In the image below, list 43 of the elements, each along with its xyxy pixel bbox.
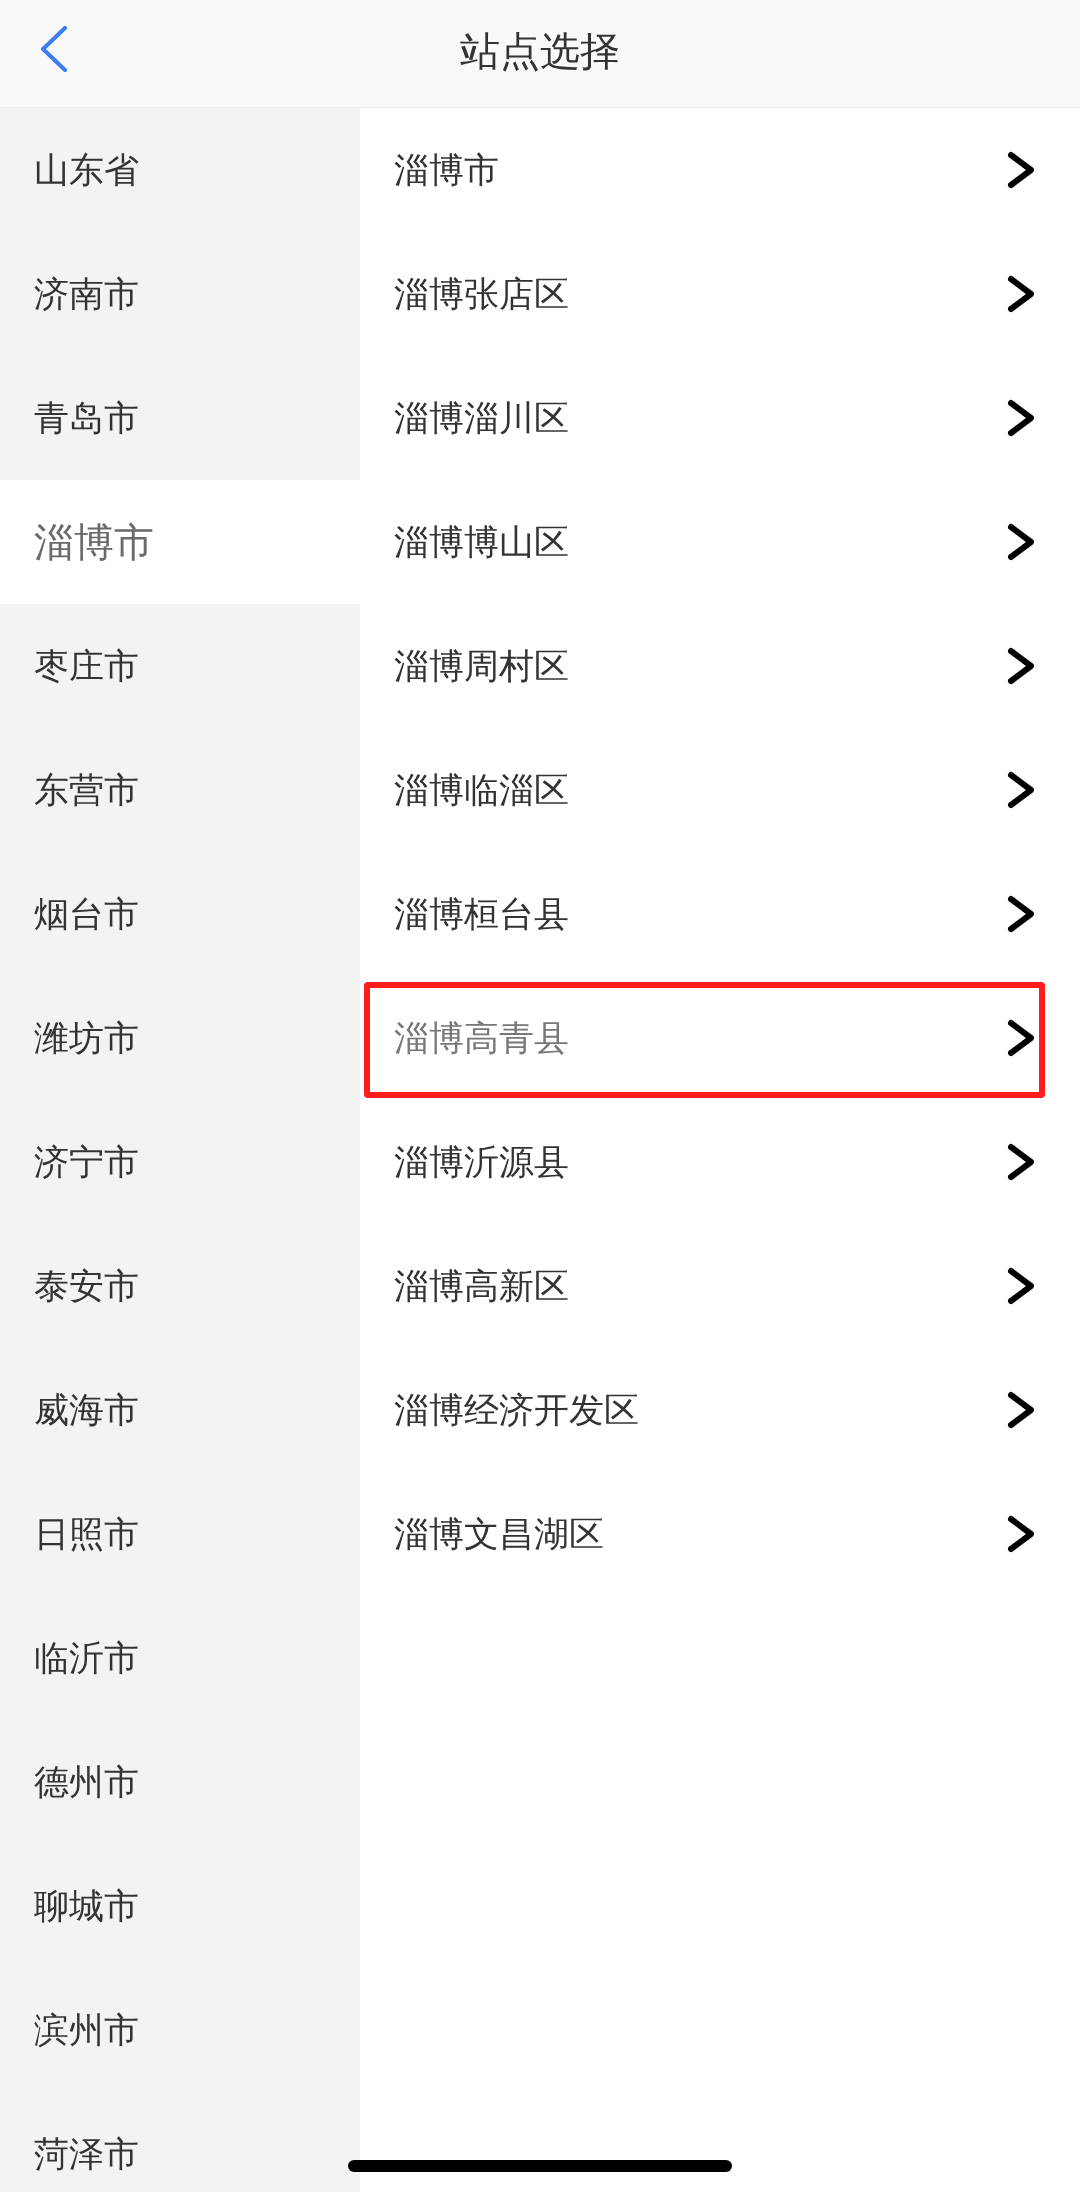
province-item[interactable]: 泰安市 [0,1224,360,1348]
province-item[interactable]: 济宁市 [0,1100,360,1224]
chevron-right-icon [1006,1391,1036,1429]
chevron-right-icon [1006,399,1036,437]
chevron-right-icon [1006,1019,1036,1057]
province-item[interactable]: 枣庄市 [0,604,360,728]
chevron-right-icon [1006,647,1036,685]
station-item[interactable]: 淄博临淄区 [360,728,1080,852]
province-item[interactable]: 日照市 [0,1472,360,1596]
station-item[interactable]: 淄博桓台县 [360,852,1080,976]
station-item[interactable]: 淄博博山区 [360,480,1080,604]
province-item[interactable]: 临沂市 [0,1596,360,1720]
province-item[interactable]: 山东省 [0,108,360,232]
station-item[interactable]: 淄博经济开发区 [360,1348,1080,1472]
chevron-right-icon [1006,523,1036,561]
station-item[interactable]: 淄博周村区 [360,604,1080,728]
province-item[interactable]: 淄博市 [0,480,360,604]
chevron-right-icon [1006,275,1036,313]
station-item[interactable]: 淄博沂源县 [360,1100,1080,1224]
province-item[interactable]: 烟台市 [0,852,360,976]
province-item[interactable]: 菏泽市 [0,2092,360,2192]
station-item[interactable]: 淄博高新区 [360,1224,1080,1348]
chevron-right-icon [1006,1515,1036,1553]
station-item[interactable]: 淄博张店区 [360,232,1080,356]
province-item[interactable]: 德州市 [0,1720,360,1844]
back-icon[interactable] [40,26,68,72]
chevron-right-icon [1006,771,1036,809]
province-item[interactable]: 威海市 [0,1348,360,1472]
chevron-right-icon [1006,895,1036,933]
station-item[interactable]: 淄博市 [360,108,1080,232]
chevron-right-icon [1006,151,1036,189]
chevron-right-icon [1006,1267,1036,1305]
station-item[interactable]: 淄博淄川区 [360,356,1080,480]
station-item[interactable]: 淄博高青县 [360,976,1080,1100]
province-item[interactable]: 青岛市 [0,356,360,480]
province-item[interactable]: 济南市 [0,232,360,356]
province-item[interactable]: 潍坊市 [0,976,360,1100]
province-item[interactable]: 东营市 [0,728,360,852]
province-item[interactable]: 滨州市 [0,1968,360,2092]
province-item[interactable]: 聊城市 [0,1844,360,1968]
station-item[interactable]: 淄博文昌湖区 [360,1472,1080,1596]
chevron-right-icon [1006,1143,1036,1181]
page-title: 站点选择 [460,27,620,76]
